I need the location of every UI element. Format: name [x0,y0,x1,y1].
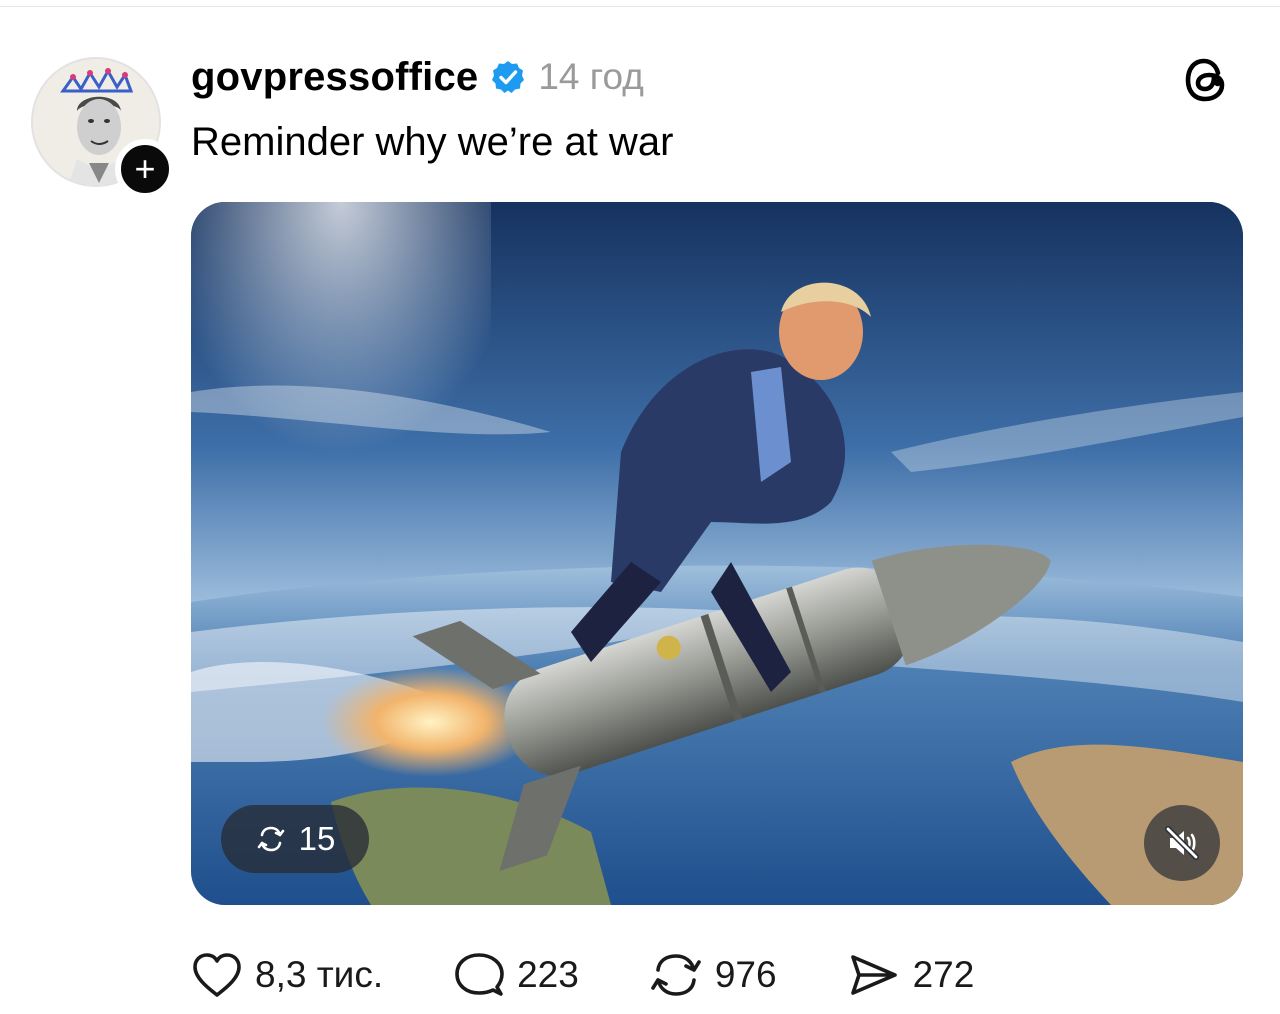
mute-toggle-button[interactable] [1144,805,1220,881]
repost-button[interactable]: 976 [649,950,777,1000]
like-count: 8,3 тис. [255,954,384,995]
post-header: govpressoffice 14 год [191,52,644,102]
post-video[interactable] [191,202,1243,905]
speaker-muted-icon [1165,826,1199,860]
comment-bubble-icon [455,953,504,996]
heart-icon [193,953,241,997]
send-icon [850,955,897,995]
like-button[interactable]: 8,3 тис. [191,950,383,1000]
share-button[interactable]: 272 [847,950,975,1000]
post-timestamp[interactable]: 14 год [538,56,643,98]
author-avatar-group[interactable]: + [31,57,175,199]
repost-icon [257,826,284,852]
comment-button[interactable]: 223 [453,950,579,1000]
repost-count-chip[interactable]: 15 [221,805,369,873]
comment-count: 223 [517,954,579,995]
post-actions: 8,3 тис. 223 976 272 [191,950,974,1000]
username-link[interactable]: govpressoffice [191,55,478,100]
follow-button[interactable]: + [115,139,175,199]
post-caption: Reminder why we’re at war [191,120,674,164]
video-frame-illustration [191,202,1243,905]
share-count: 272 [912,954,975,995]
top-divider [0,6,1280,7]
repost-count: 976 [714,954,777,995]
repost-count: 15 [298,820,336,857]
repost-icon [651,954,701,996]
threads-logo-icon[interactable] [1181,54,1233,106]
plus-icon: + [134,148,156,189]
verified-badge-icon [492,61,525,93]
